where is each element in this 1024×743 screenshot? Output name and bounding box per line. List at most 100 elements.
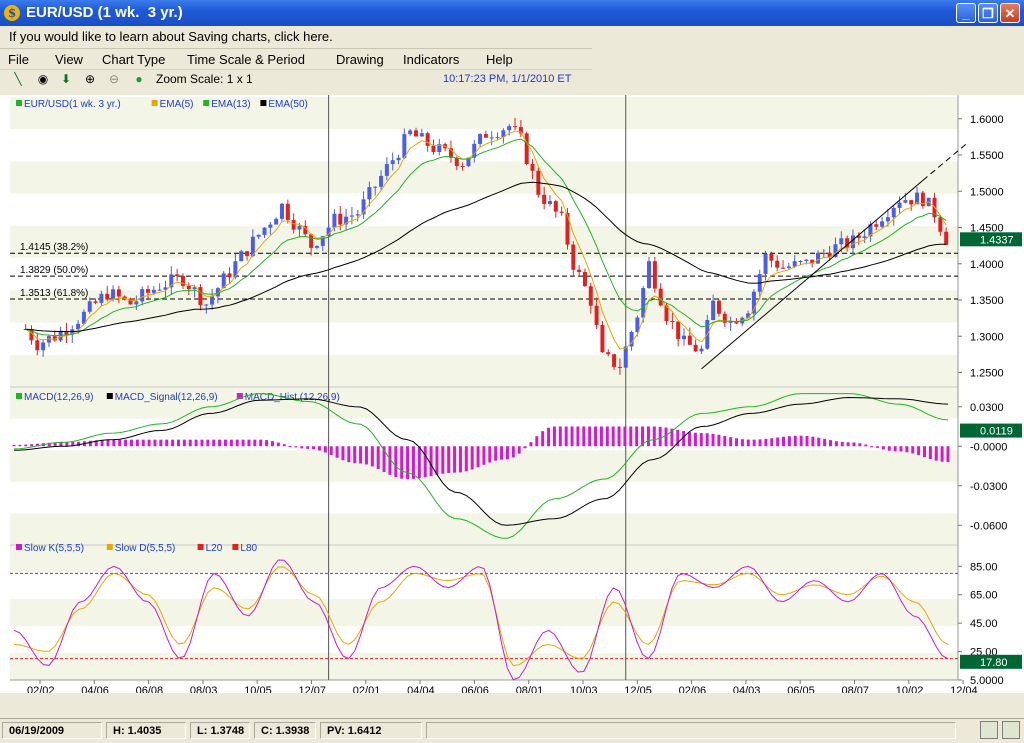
line-tool-icon[interactable]: ╲ — [10, 71, 26, 87]
macd-hist-bar — [829, 440, 833, 447]
macd-hist-bar — [141, 439, 145, 447]
macd-hist-bar — [18, 444, 22, 447]
macd-hist-bar — [570, 426, 574, 447]
macd-hist-bar — [453, 446, 457, 473]
candle-up — [792, 261, 797, 267]
menu-indicators[interactable]: Indicators — [403, 52, 459, 67]
x-tick-label: 12/07 — [299, 685, 327, 693]
macd-hist-bar — [188, 439, 192, 447]
macd-hist-bar — [223, 439, 227, 447]
arrow-down-icon[interactable]: ⬇ — [58, 71, 74, 87]
candle-up — [268, 224, 273, 228]
candle-up — [280, 203, 284, 219]
macd-hist-bar — [470, 446, 474, 470]
macd-hist-bar — [194, 439, 198, 447]
candle-up — [297, 225, 302, 230]
candle-down — [93, 301, 98, 303]
chart-canvas[interactable]: 200820091.60001.55001.50001.45001.40001.… — [0, 95, 1024, 709]
candle-up — [548, 201, 552, 204]
crosshair-icon[interactable]: ◉ — [35, 71, 51, 87]
candle-up — [373, 186, 378, 188]
candle-down — [431, 145, 436, 153]
menu-view[interactable]: View — [55, 52, 83, 67]
window-tile-icon[interactable] — [980, 721, 998, 739]
zoom-out-icon[interactable]: ⊖ — [106, 71, 122, 87]
macd-hist-bar — [723, 435, 727, 447]
minimize-icon[interactable]: _ — [956, 3, 976, 23]
color-icon[interactable]: ● — [131, 71, 147, 87]
candle-up — [151, 289, 156, 293]
chart-area[interactable]: 200820091.60001.55001.50001.45001.40001.… — [0, 95, 1024, 709]
candle-down — [577, 269, 582, 272]
macd-hist-bar — [317, 446, 321, 451]
macd-hist-bar — [858, 443, 862, 447]
x-tick-label: 10/05 — [244, 685, 272, 693]
candle-up — [763, 253, 768, 275]
macd-hist-bar — [646, 426, 650, 447]
menu-drawing[interactable]: Drawing — [336, 52, 384, 67]
stoch-legend-swatch — [16, 544, 22, 550]
candle-down — [559, 211, 564, 213]
candle-down — [658, 288, 663, 306]
macd-hist-bar — [400, 446, 404, 479]
price-band — [10, 161, 958, 194]
candle-up — [402, 134, 407, 158]
macd-hist-bar — [629, 426, 633, 447]
stoch-legend-label: Slow K(5,5,5) — [24, 543, 84, 554]
macd-hist-bar — [535, 436, 539, 447]
macd-hist-bar — [259, 439, 263, 447]
macd-hist-bar — [876, 446, 880, 448]
menu-time-scale[interactable]: Time Scale & Period — [187, 52, 305, 67]
candle-up — [850, 235, 855, 249]
x-tick-label: 04/03 — [733, 685, 761, 693]
candle-down — [565, 212, 570, 245]
candle-down — [116, 289, 121, 297]
restore-icon[interactable]: ❐ — [978, 3, 998, 23]
menu-chart-type[interactable]: Chart Type — [102, 52, 165, 67]
candle-up — [274, 218, 279, 225]
macd-hist-bar — [652, 426, 656, 447]
macd-hist-bar — [693, 432, 697, 447]
close-icon[interactable]: ✕ — [1000, 3, 1020, 23]
info-bar[interactable]: If you would like to learn about Saving … — [0, 26, 592, 47]
macd-hist-bar — [623, 426, 627, 447]
macd-hist-bar — [165, 439, 169, 447]
candle-up — [314, 245, 319, 248]
zoom-scale-label: Zoom Scale: 1 x 1 — [156, 72, 253, 86]
macd-hist-bar — [840, 441, 844, 447]
macd-hist-bar — [605, 426, 609, 447]
macd-hist-bar — [406, 446, 410, 480]
zoom-in-icon[interactable]: ⊕ — [82, 71, 98, 87]
macd-hist-bar — [488, 446, 492, 463]
candle-down — [588, 286, 593, 306]
window-split-icon[interactable] — [1002, 721, 1020, 739]
info-link[interactable]: If you would like to learn about Saving … — [9, 29, 333, 44]
macd-hist-bar — [77, 441, 81, 447]
macd-hist-bar — [699, 433, 703, 447]
candle-up — [816, 252, 820, 264]
x-tick-label: 04/06 — [81, 685, 109, 693]
candle-down — [105, 293, 110, 300]
candle-down — [693, 344, 698, 352]
candle-down — [175, 274, 180, 277]
fib-level-label: 1.4145 (38.2%) — [20, 242, 88, 253]
macd-hist-bar — [552, 426, 556, 447]
macd-hist-bar — [364, 446, 368, 465]
candle-down — [198, 287, 203, 306]
macd-hist-bar — [770, 438, 774, 447]
candle-down — [530, 164, 535, 171]
candle-up — [204, 304, 209, 306]
candle-down — [542, 194, 547, 204]
macd-tick-label: -0.0600 — [970, 520, 1007, 532]
candle-up — [87, 301, 92, 312]
candle-down — [227, 273, 232, 278]
candle-down — [309, 234, 314, 248]
menu-help[interactable]: Help — [486, 52, 513, 67]
menu-file[interactable]: File — [8, 52, 29, 67]
macd-hist-bar — [306, 446, 310, 449]
candle-down — [338, 213, 343, 225]
macd-hist-bar — [182, 439, 186, 447]
macd-hist-bar — [928, 446, 932, 460]
price-tick-label: 1.4000 — [970, 259, 1004, 271]
candle-up — [390, 160, 395, 165]
